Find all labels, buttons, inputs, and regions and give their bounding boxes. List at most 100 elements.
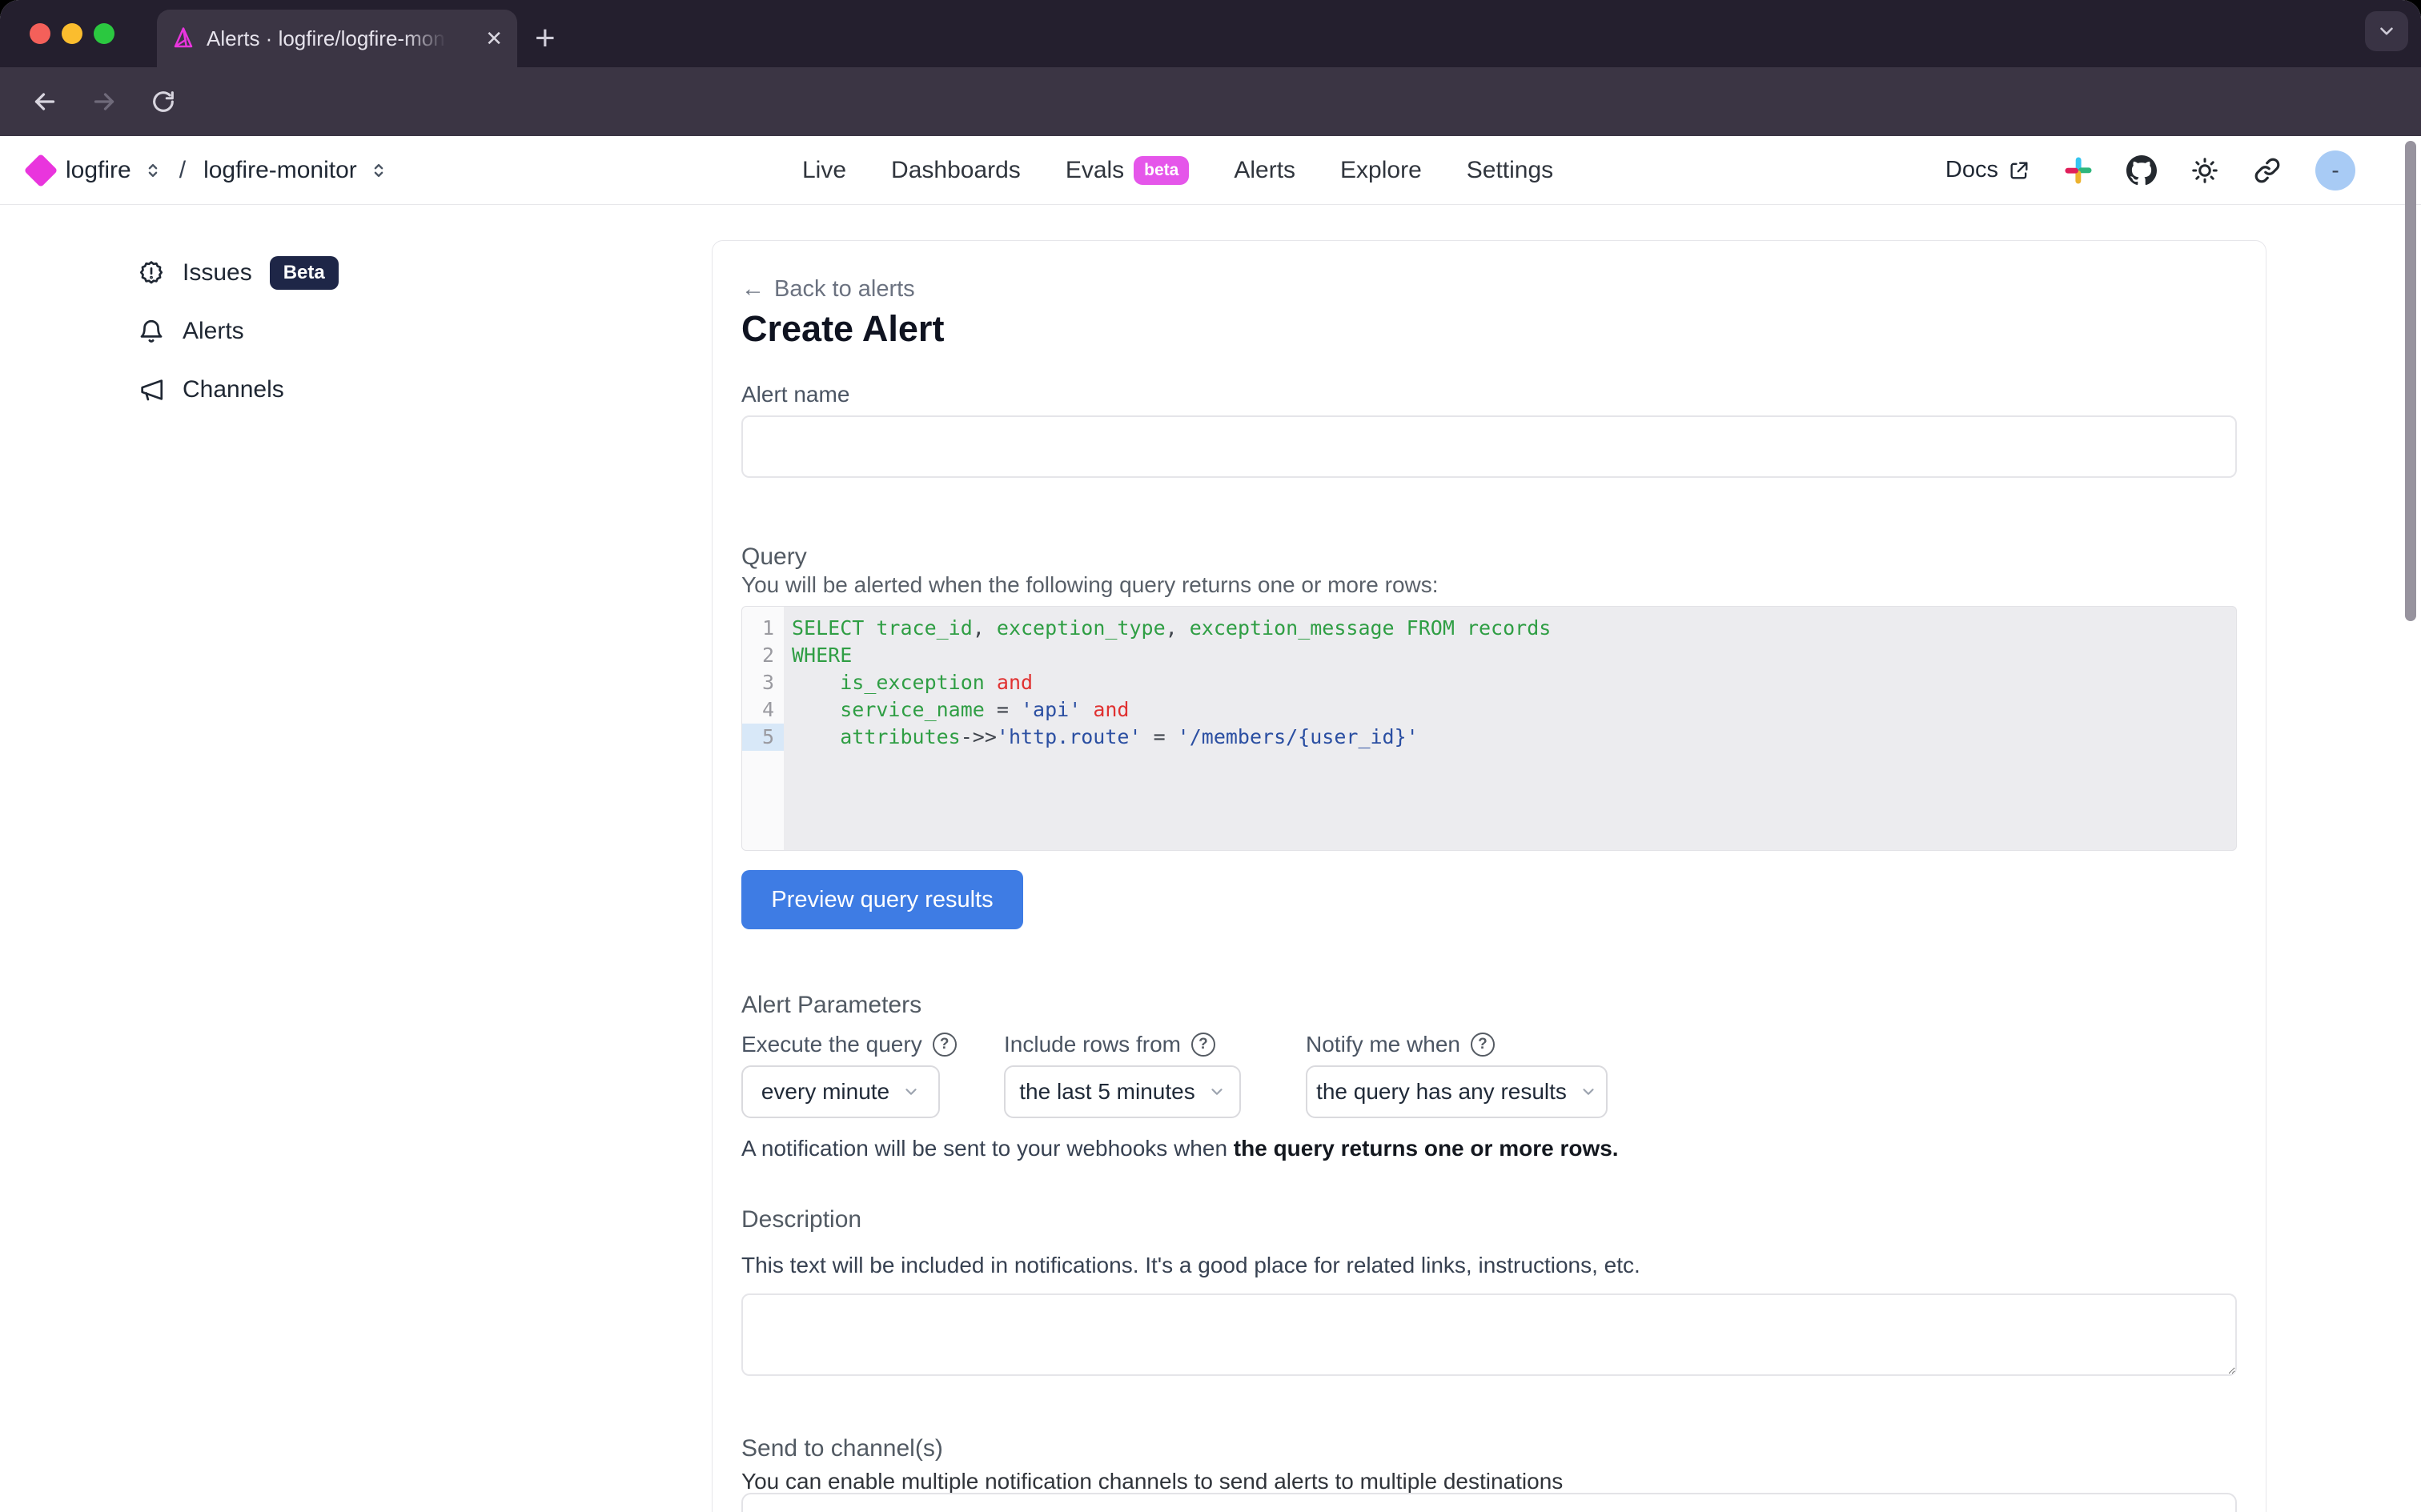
- back-button[interactable]: [27, 84, 62, 119]
- issues-badge-alert-icon: [138, 259, 165, 287]
- help-icon[interactable]: ?: [1191, 1033, 1215, 1057]
- sidebar-item-alerts[interactable]: Alerts: [138, 313, 339, 350]
- browser-window: Alerts · logfire/logfire-monitor ✕ + log…: [0, 0, 2421, 1512]
- alerts-sidebar: Issues Beta Alerts Channels: [138, 255, 339, 430]
- sidebar-item-label: Issues: [183, 259, 252, 287]
- code-line: WHERE: [792, 642, 2236, 669]
- code-lines[interactable]: SELECT trace_id, exception_type, excepti…: [784, 607, 2236, 850]
- notify-when-label-text: Notify me when: [1306, 1032, 1460, 1057]
- github-link[interactable]: [2126, 155, 2157, 186]
- send-to-channels-heading: Send to channel(s): [741, 1435, 2237, 1462]
- theme-toggle-button[interactable]: [2190, 156, 2219, 185]
- include-rows-label: Include rows from ?: [1004, 1032, 1215, 1057]
- org-selector[interactable]: logfire: [66, 157, 131, 184]
- issues-beta-badge: Beta: [270, 256, 339, 290]
- alert-name-input[interactable]: [741, 415, 2237, 478]
- sidebar-item-channels[interactable]: Channels: [138, 371, 339, 408]
- execute-query-label-text: Execute the query: [741, 1032, 922, 1057]
- code-line: is_exception and: [792, 669, 2236, 696]
- notify-when-label: Notify me when ?: [1306, 1032, 1495, 1057]
- back-link-label: Back to alerts: [774, 276, 915, 303]
- execute-query-select[interactable]: every minute: [741, 1065, 940, 1118]
- code-line: attributes->>'http.route' = '/members/{u…: [792, 724, 2236, 751]
- slack-link[interactable]: [2064, 156, 2093, 185]
- sql-query-editor[interactable]: 12345 SELECT trace_id, exception_type, e…: [741, 606, 2237, 851]
- page-title: Create Alert: [741, 308, 2237, 350]
- code-line-number: 2: [742, 642, 784, 669]
- description-helper: This text will be included in notificati…: [741, 1253, 2237, 1278]
- code-gutter: 12345: [742, 607, 784, 850]
- github-icon: [2126, 155, 2157, 186]
- code-line: service_name = 'api' and: [792, 696, 2236, 724]
- share-link-button[interactable]: [2253, 156, 2282, 185]
- sidebar-item-label: Channels: [183, 376, 284, 403]
- bell-icon: [138, 318, 165, 345]
- nav-evals[interactable]: Evals beta: [1066, 156, 1190, 185]
- forward-button[interactable]: [86, 84, 122, 119]
- nav-evals-label: Evals: [1066, 157, 1124, 184]
- user-avatar[interactable]: -: [2315, 150, 2355, 191]
- org-updown-chevron-icon[interactable]: [144, 162, 162, 179]
- browser-tabstrip: Alerts · logfire/logfire-monitor ✕ +: [0, 0, 2421, 67]
- help-icon[interactable]: ?: [1471, 1033, 1495, 1057]
- project-selector[interactable]: logfire-monitor: [203, 157, 357, 184]
- back-arrow-icon: [30, 87, 59, 116]
- description-heading: Description: [741, 1206, 2237, 1233]
- breadcrumb: logfire / logfire-monitor: [29, 136, 387, 204]
- notification-note-bold: the query returns one or more rows.: [1234, 1136, 1619, 1161]
- description-textarea[interactable]: [741, 1293, 2237, 1376]
- page-scrollbar-thumb[interactable]: [2405, 141, 2416, 621]
- alert-name-label: Alert name: [741, 382, 2237, 407]
- tab-favicon-logfire-icon: [171, 26, 195, 50]
- back-to-alerts-link[interactable]: ← Back to alerts: [741, 276, 2237, 303]
- nav-settings[interactable]: Settings: [1467, 157, 1553, 184]
- alert-parameters-heading: Alert Parameters: [741, 992, 2237, 1019]
- app-header: logfire / logfire-monitor Live Dashboard…: [0, 136, 2421, 205]
- reload-icon: [150, 88, 177, 115]
- preview-query-results-button[interactable]: Preview query results: [741, 870, 1023, 929]
- evals-beta-badge: beta: [1134, 156, 1189, 185]
- minimize-window-button[interactable]: [62, 23, 82, 44]
- help-icon[interactable]: ?: [933, 1033, 957, 1057]
- channel-box[interactable]: [741, 1493, 2237, 1512]
- code-line-number: 1: [742, 615, 784, 642]
- notification-note-prefix: A notification will be sent to your webh…: [741, 1136, 1234, 1161]
- code-line-number: 5: [742, 724, 784, 751]
- code-line: SELECT trace_id, exception_type, excepti…: [792, 615, 2236, 642]
- traffic-lights: [30, 23, 114, 44]
- include-rows-label-text: Include rows from: [1004, 1032, 1181, 1057]
- nav-alerts[interactable]: Alerts: [1234, 157, 1295, 184]
- back-arrow-icon: ←: [741, 276, 765, 303]
- close-window-button[interactable]: [30, 23, 50, 44]
- reload-button[interactable]: [146, 84, 181, 119]
- header-actions: Docs: [1945, 136, 2355, 204]
- docs-link[interactable]: Docs: [1945, 157, 2030, 183]
- notify-when-select[interactable]: the query has any results: [1306, 1065, 1608, 1118]
- notify-when-value: the query has any results: [1316, 1079, 1567, 1105]
- nav-explore[interactable]: Explore: [1340, 157, 1422, 184]
- external-link-icon: [2008, 159, 2030, 182]
- send-to-channels-helper: You can enable multiple notification cha…: [741, 1469, 2237, 1494]
- tab-title: Alerts · logfire/logfire-monitor: [207, 26, 447, 51]
- chevron-down-icon: [1208, 1083, 1226, 1101]
- nav-live[interactable]: Live: [802, 157, 846, 184]
- tab-search-chevron-button[interactable]: [2365, 11, 2408, 51]
- notification-note: A notification will be sent to your webh…: [741, 1136, 2237, 1161]
- execute-query-value: every minute: [761, 1079, 889, 1105]
- forward-arrow-icon: [90, 87, 118, 116]
- megaphone-icon: [138, 376, 165, 403]
- slack-icon: [2064, 156, 2093, 185]
- chevron-down-icon: [902, 1083, 920, 1101]
- zoom-window-button[interactable]: [94, 23, 114, 44]
- include-rows-select[interactable]: the last 5 minutes: [1004, 1065, 1241, 1118]
- chevron-down-icon: [1580, 1083, 1597, 1101]
- sidebar-item-issues[interactable]: Issues Beta: [138, 255, 339, 291]
- browser-tab-active[interactable]: Alerts · logfire/logfire-monitor ✕: [157, 10, 517, 67]
- link-icon: [2253, 156, 2282, 185]
- new-tab-button[interactable]: +: [535, 16, 556, 61]
- main-nav: Live Dashboards Evals beta Alerts Explor…: [802, 136, 1553, 204]
- code-line-number: 4: [742, 696, 784, 724]
- nav-dashboards[interactable]: Dashboards: [891, 157, 1021, 184]
- tab-close-icon[interactable]: ✕: [485, 26, 503, 51]
- project-updown-chevron-icon[interactable]: [370, 162, 387, 179]
